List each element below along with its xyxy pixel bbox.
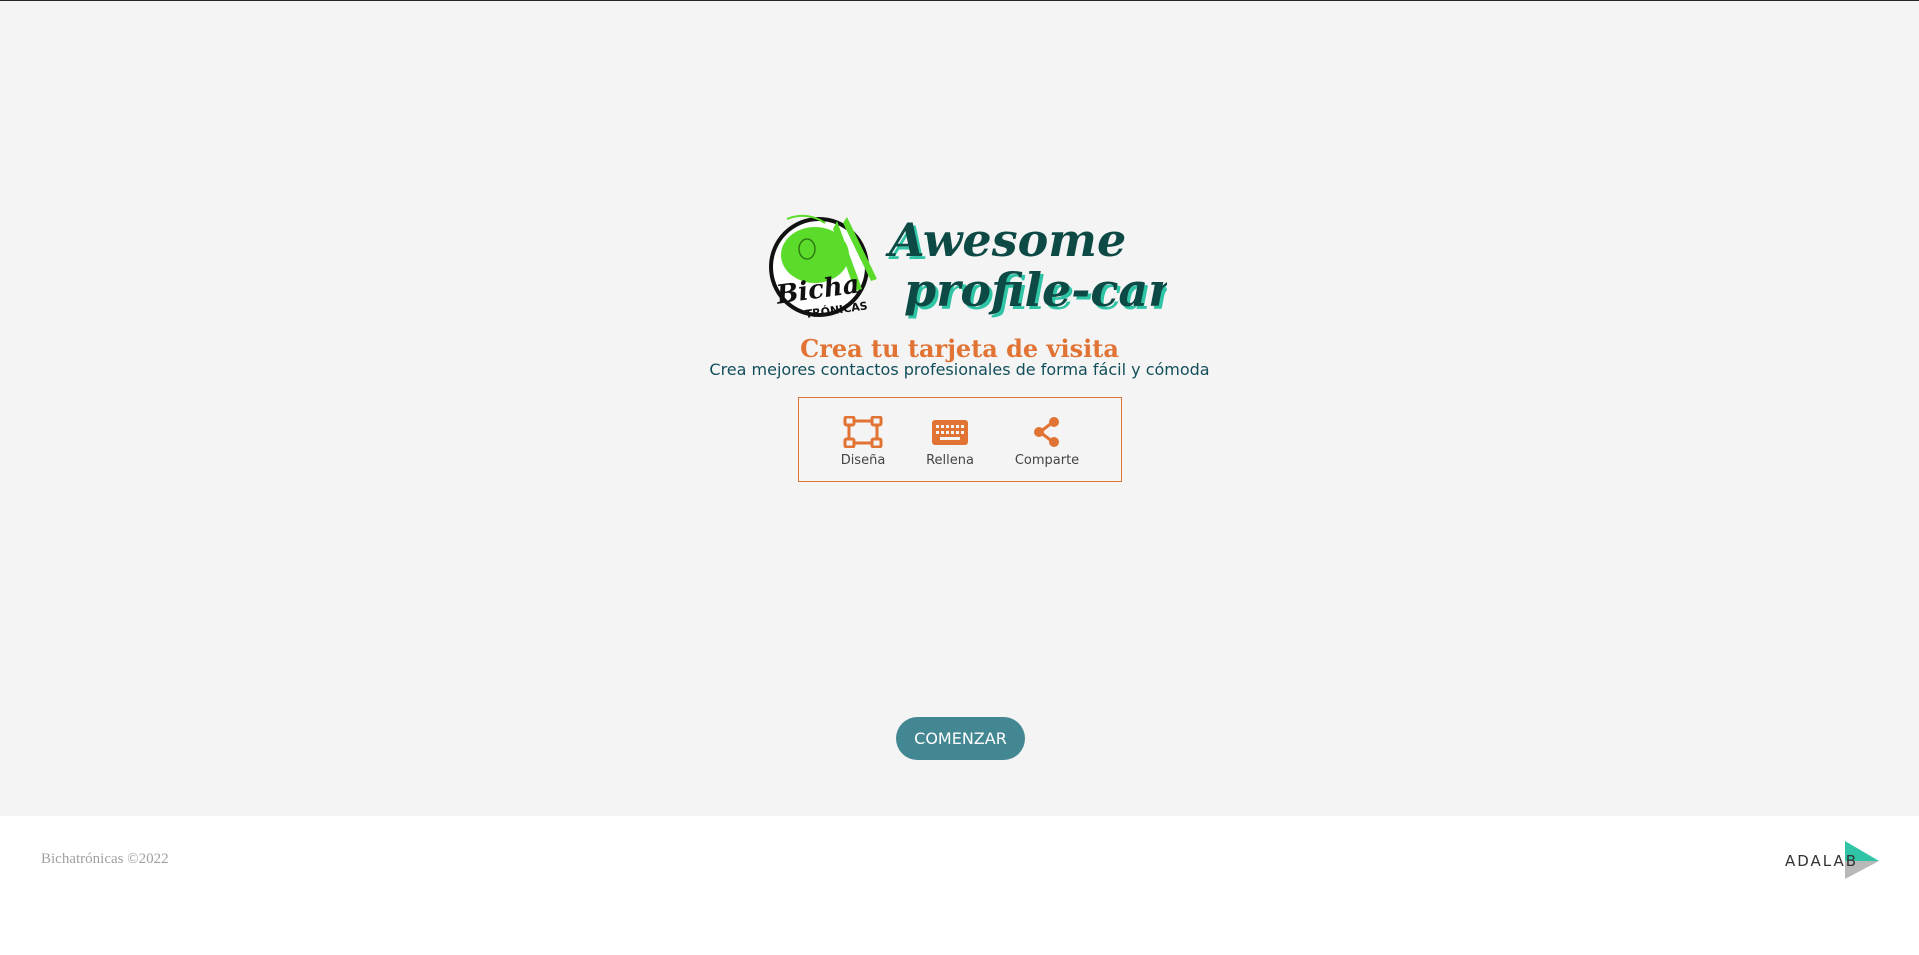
page: Bicha TRÓNICAS A Awesome profile-cards p… (0, 0, 1919, 955)
vector-square-icon (843, 416, 883, 448)
step-share: Comparte (1002, 416, 1092, 470)
page-tagline: Crea mejores contactos profesionales de … (709, 360, 1210, 379)
keyboard-icon (930, 416, 970, 448)
share-icon (1027, 416, 1067, 448)
copyright-text: Bichatrónicas ©2022 (41, 851, 169, 867)
hero-section: Bicha TRÓNICAS A Awesome profile-cards p… (0, 1, 1919, 816)
svg-text:profile-cards: profile-cards (904, 263, 1167, 317)
svg-text:ADALAB: ADALAB (1785, 852, 1858, 870)
step-fill: Rellena (905, 416, 995, 470)
start-button[interactable]: COMENZAR (896, 717, 1025, 760)
step-label: Rellena (926, 453, 974, 468)
step-design: Diseña (818, 416, 908, 470)
footer: Bichatrónicas ©2022 ADALAB (0, 816, 1919, 955)
steps-panel: Diseña Rellena Comparte (798, 397, 1122, 482)
svg-text:Awesome: Awesome (885, 213, 1126, 267)
app-logo: Bicha TRÓNICAS A Awesome profile-cards p… (767, 209, 1167, 323)
adalab-logo[interactable]: ADALAB (1785, 839, 1881, 881)
step-label: Comparte (1014, 453, 1080, 468)
step-label: Diseña (840, 453, 886, 468)
